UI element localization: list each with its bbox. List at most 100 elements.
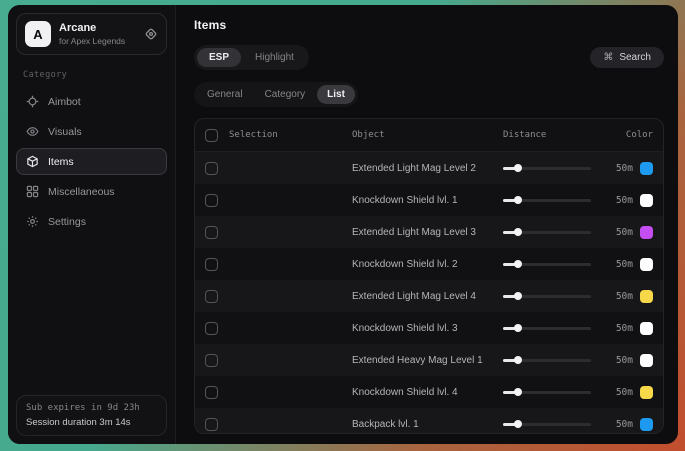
slider-thumb[interactable] (514, 356, 522, 364)
sidebar-item-items[interactable]: Items (16, 148, 167, 175)
row-checkbox[interactable] (205, 162, 218, 175)
table-row: Extended Light Mag Level 350m (195, 216, 663, 248)
row-checkbox[interactable] (205, 290, 218, 303)
color-swatch[interactable] (640, 258, 653, 271)
color-swatch[interactable] (640, 322, 653, 335)
distance-slider[interactable] (495, 199, 591, 202)
table-row: Knockdown Shield lvl. 450m (195, 376, 663, 408)
sidebar-item-label: Items (48, 156, 74, 168)
table-row: Knockdown Shield lvl. 350m (195, 312, 663, 344)
slider-thumb[interactable] (514, 196, 522, 204)
object-name: Extended Light Mag Level 4 (352, 291, 495, 302)
slider-track[interactable] (503, 327, 591, 330)
color-swatch[interactable] (640, 418, 653, 431)
view-tabs: GeneralCategoryList (194, 82, 358, 107)
row-checkbox[interactable] (205, 258, 218, 271)
mode-tab-highlight[interactable]: Highlight (243, 48, 306, 67)
slider-thumb[interactable] (514, 164, 522, 172)
distance-value: 50m (591, 355, 633, 366)
row-checkbox[interactable] (205, 354, 218, 367)
page-title: Items (194, 18, 664, 32)
color-swatch[interactable] (640, 386, 653, 399)
distance-slider[interactable] (495, 359, 591, 362)
distance-slider[interactable] (495, 263, 591, 266)
distance-value: 50m (591, 387, 633, 398)
compass-icon[interactable] (144, 27, 158, 41)
distance-slider[interactable] (495, 423, 591, 426)
grid-icon (26, 185, 39, 198)
slider-thumb[interactable] (514, 260, 522, 268)
sidebar-item-aimbot[interactable]: Aimbot (16, 88, 167, 115)
object-name: Backpack lvl. 1 (352, 419, 495, 430)
header-distance: Distance (495, 130, 591, 140)
header-color: Color (626, 130, 653, 140)
brand-card: A Arcane for Apex Legends (16, 13, 167, 55)
sidebar-item-miscellaneous[interactable]: Miscellaneous (16, 178, 167, 205)
view-tab-category[interactable]: Category (255, 85, 316, 104)
slider-track[interactable] (503, 391, 591, 394)
view-tab-general[interactable]: General (197, 85, 253, 104)
slider-track[interactable] (503, 423, 591, 426)
row-checkbox[interactable] (205, 322, 218, 335)
command-icon: ⌘ (603, 53, 613, 63)
mode-segmented-control: ESPHighlight (194, 45, 309, 70)
distance-value: 50m (591, 291, 633, 302)
slider-track[interactable] (503, 167, 591, 170)
object-name: Extended Heavy Mag Level 1 (352, 355, 495, 366)
select-all-checkbox[interactable] (205, 129, 218, 142)
sidebar-item-label: Aimbot (48, 96, 81, 108)
row-checkbox[interactable] (205, 386, 218, 399)
sub-expires-text: Sub expires in 9d 23h (26, 403, 157, 413)
slider-track[interactable] (503, 359, 591, 362)
app-name: Arcane (59, 22, 136, 34)
slider-track[interactable] (503, 231, 591, 234)
app-logo: A (25, 21, 51, 47)
sidebar-item-label: Settings (48, 216, 86, 228)
slider-track[interactable] (503, 295, 591, 298)
distance-slider[interactable] (495, 295, 591, 298)
color-swatch[interactable] (640, 226, 653, 239)
object-name: Extended Light Mag Level 2 (352, 163, 495, 174)
row-checkbox[interactable] (205, 418, 218, 431)
slider-track[interactable] (503, 199, 591, 202)
color-swatch[interactable] (640, 354, 653, 367)
distance-slider[interactable] (495, 391, 591, 394)
slider-thumb[interactable] (514, 388, 522, 396)
slider-thumb[interactable] (514, 228, 522, 236)
session-duration-text: Session duration 3m 14s (26, 417, 157, 428)
app-subtitle: for Apex Legends (59, 36, 136, 46)
sidebar-nav: Aimbot Visuals Items Miscellaneous Settings (16, 88, 167, 235)
color-swatch[interactable] (640, 290, 653, 303)
header-object: Object (352, 130, 495, 140)
crosshair-icon (26, 95, 39, 108)
sidebar-item-settings[interactable]: Settings (16, 208, 167, 235)
color-swatch[interactable] (640, 194, 653, 207)
slider-thumb[interactable] (514, 324, 522, 332)
distance-slider[interactable] (495, 231, 591, 234)
row-checkbox[interactable] (205, 194, 218, 207)
object-name: Knockdown Shield lvl. 1 (352, 195, 495, 206)
color-swatch[interactable] (640, 162, 653, 175)
distance-value: 50m (591, 163, 633, 174)
search-button[interactable]: ⌘ Search (590, 47, 664, 68)
slider-thumb[interactable] (514, 420, 522, 428)
distance-slider[interactable] (495, 327, 591, 330)
session-card: Sub expires in 9d 23h Session duration 3… (16, 395, 167, 436)
main-panel: Items ESPHighlight ⌘ Search GeneralCateg… (176, 5, 678, 444)
distance-slider[interactable] (495, 167, 591, 170)
table-row: Extended Heavy Mag Level 1 50m (195, 344, 663, 376)
items-table: Selection Object Distance Color Extended… (194, 118, 664, 434)
row-checkbox[interactable] (205, 226, 218, 239)
object-name: Extended Light Mag Level 3 (352, 227, 495, 238)
sidebar-item-visuals[interactable]: Visuals (16, 118, 167, 145)
sidebar-item-label: Visuals (48, 126, 82, 138)
slider-track[interactable] (503, 263, 591, 266)
mode-tab-esp[interactable]: ESP (197, 48, 241, 67)
distance-value: 50m (591, 323, 633, 334)
slider-thumb[interactable] (514, 292, 522, 300)
table-row: Extended Light Mag Level 4 50m (195, 280, 663, 312)
sidebar: A Arcane for Apex Legends Category Aimbo… (8, 5, 176, 444)
table-row: Extended Light Mag Level 2 50m (195, 152, 663, 184)
view-tab-list[interactable]: List (317, 85, 355, 104)
sidebar-item-label: Miscellaneous (48, 186, 115, 198)
